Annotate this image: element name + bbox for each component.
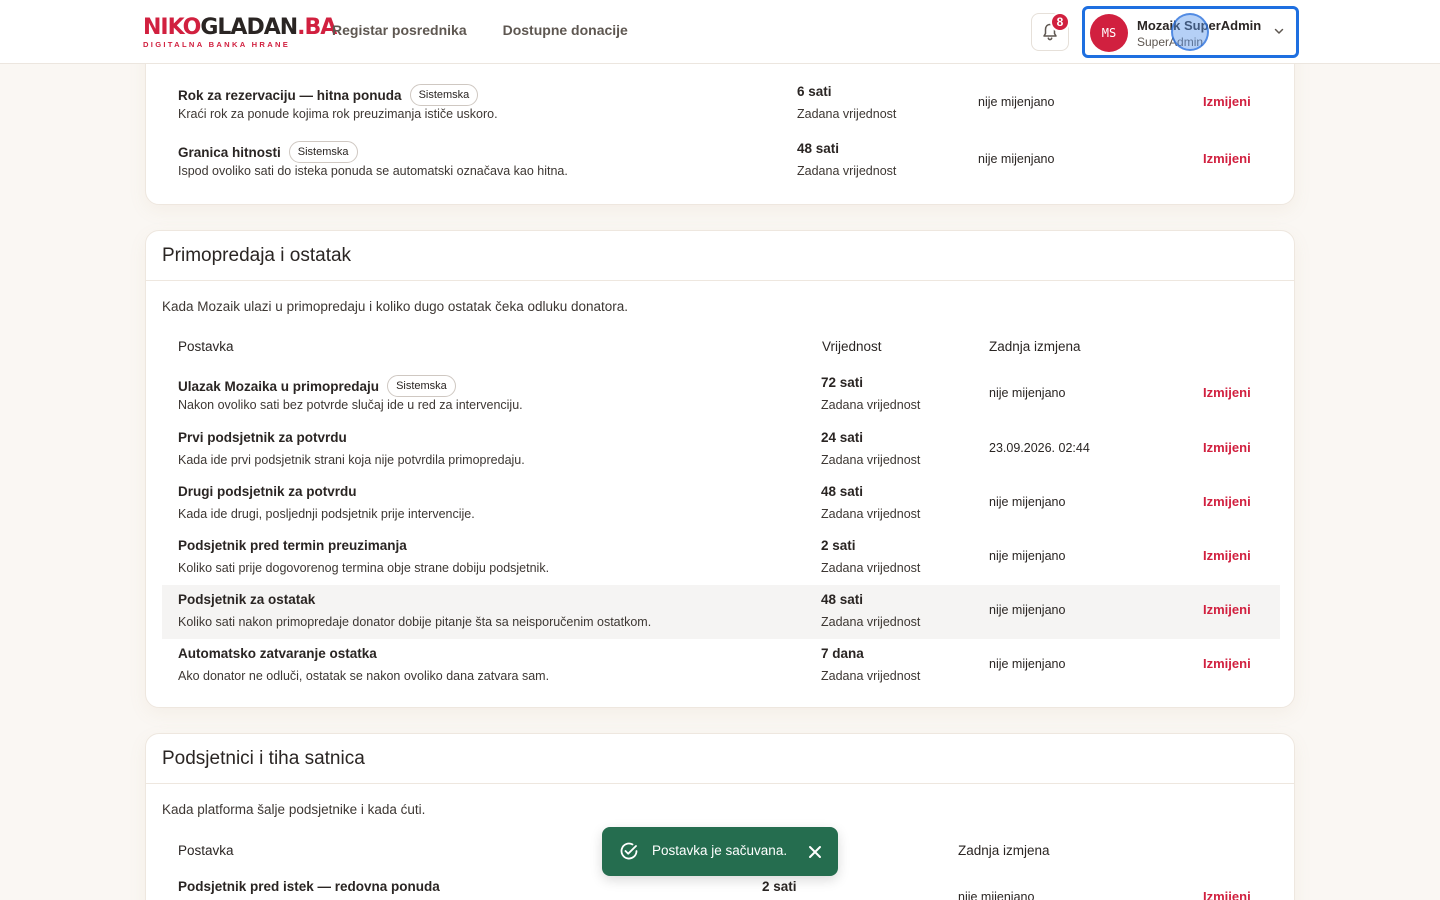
setting-value-source: Zadana vrijednost [821,669,921,683]
setting-value: 48 sati [821,484,864,499]
column-header-value: Vrijednost [822,339,882,354]
setting-name: Ulazak Mozaika u primopredaju [178,378,380,394]
divider [146,783,1294,784]
main-nav: Registar posrednika Dostupne donacije [332,22,628,38]
setting-description: Kraći rok za ponude kojima rok preuziman… [178,107,498,121]
setting-description: Kada ide prvi podsjetnik strani koja nij… [178,453,525,467]
setting-description: Nakon ovoliko sati bez potvrde slučaj id… [178,398,523,412]
setting-value: 7 dana [821,646,864,661]
last-changed: 23.09.2026. 02:44 [989,441,1090,455]
setting-value: 24 sati [821,430,864,445]
divider [146,280,1294,281]
section-description: Kada Mozaik ulazi u primopredaju i kolik… [162,299,629,314]
edit-link[interactable]: Izmijeni [1203,656,1251,671]
table-row: Podsjetnik pred termin preuzimanja Kolik… [162,531,1280,585]
edit-link[interactable]: Izmijeni [1203,151,1251,166]
last-changed: nije mijenjano [978,95,1055,109]
setting-name: Podsjetnik pred istek — redovna ponuda [178,879,440,894]
logo[interactable]: NIKOGLADAN.BA DIGITALNA BANKA HRANE [143,15,337,50]
setting-value: 2 sati [762,879,797,894]
close-icon[interactable] [808,845,822,859]
column-header-changed: Zadnja izmjena [989,339,1081,354]
edit-link[interactable]: Izmijeni [1203,548,1251,563]
setting-value-source: Zadana vrijednost [797,107,897,121]
last-changed: nije mijenjano [989,495,1066,509]
notification-count-badge: 8 [1050,12,1070,32]
table-row: Automatsko zatvaranje ostatka Ako donato… [162,639,1280,693]
last-changed: nije mijenjano [989,603,1066,617]
nav-dostupne-donacije[interactable]: Dostupne donacije [503,22,628,38]
table-row: Podsjetnik pred istek — redovna ponuda 2… [162,872,1280,900]
setting-description: Kada ide drugi, posljednji podsjetnik pr… [178,507,475,521]
setting-description: Koliko sati prije dogovorenog termina ob… [178,561,550,575]
logo-part-ba: .BA [297,15,337,40]
table-row: Prvi podsjetnik za potvrdu Kada ide prvi… [162,423,1280,477]
setting-name: Granica hitnosti [178,144,281,160]
setting-name: Prvi podsjetnik za potvrdu [178,430,347,445]
setting-value: 6 sati [797,84,832,99]
setting-name: Podsjetnik za ostatak [178,592,316,607]
setting-value-source: Zadana vrijednost [797,164,897,178]
setting-value-source: Zadana vrijednost [821,453,921,467]
system-tag: Sistemska [387,375,456,397]
logo-tagline: DIGITALNA BANKA HRANE [143,40,291,49]
last-changed: nije mijenjano [989,549,1066,563]
table-row: Rok za rezervaciju — hitna ponuda Sistems… [162,77,1280,131]
last-changed: nije mijenjano [989,657,1066,671]
last-changed: nije mijenjano [989,386,1066,400]
column-header-setting: Postavka [178,843,234,858]
setting-value: 48 sati [821,592,864,607]
settings-card-handover: Primopredaja i ostatak Kada Mozaik ulazi… [145,230,1295,708]
setting-value: 72 sati [821,375,864,390]
setting-value-source: Zadana vrijednost [821,507,921,521]
edit-link[interactable]: Izmijeni [1203,94,1251,109]
section-title: Podsjetnici i tiha satnica [162,748,365,769]
setting-name: Automatsko zatvaranje ostatka [178,646,377,661]
column-header-setting: Postavka [178,339,234,354]
setting-description: Koliko sati nakon primopredaje donator d… [178,615,652,629]
setting-name: Rok za rezervaciju — hitna ponuda [178,87,402,103]
avatar: MS [1090,14,1128,52]
edit-link[interactable]: Izmijeni [1203,494,1251,509]
system-tag: Sistemska [409,84,479,106]
setting-value-source: Zadana vrijednost [821,398,921,412]
table-row: Podsjetnik za ostatak Koliko sati nakon … [162,585,1280,639]
table-row: Drugi podsjetnik za potvrdu Kada ide dru… [162,477,1280,531]
chevron-down-icon [1274,28,1284,34]
success-toast: Postavka je sačuvana. [602,827,838,876]
toast-message: Postavka je sačuvana. [652,843,788,858]
edit-link[interactable]: Izmijeni [1203,385,1251,400]
setting-value: 2 sati [821,538,856,553]
setting-value-source: Zadana vrijednost [821,561,921,575]
logo-part-gladan: GLADAN [200,15,298,40]
setting-description: Ispod ovoliko sati do isteka ponuda se a… [178,164,568,178]
section-title: Primopredaja i ostatak [162,245,352,266]
nav-registar-posrednika[interactable]: Registar posrednika [332,22,467,38]
check-circle-icon [620,842,638,860]
setting-name: Drugi podsjetnik za potvrdu [178,484,357,499]
setting-name: Podsjetnik pred termin preuzimanja [178,538,407,553]
pointer-indicator [1171,13,1209,51]
logo-part-niko: NIKO [143,15,201,40]
setting-value-source: Zadana vrijednost [821,615,921,629]
last-changed: nije mijenjano [958,890,1035,900]
table-row: Granica hitnosti Sistemska Ispod ovoliko … [162,134,1280,188]
last-changed: nije mijenjano [978,152,1055,166]
column-header-changed: Zadnja izmjena [958,843,1050,858]
edit-link[interactable]: Izmijeni [1203,440,1251,455]
section-description: Kada platforma šalje podsjetnike i kada … [162,802,426,817]
system-tag: Sistemska [288,141,358,163]
edit-link[interactable]: Izmijeni [1203,602,1251,617]
table-row: Ulazak Mozaika u primopredaju Sistemska N… [162,368,1280,422]
setting-description: Ako donator ne odluči, ostatak se nakon … [178,669,550,683]
edit-link[interactable]: Izmijeni [1203,889,1251,900]
setting-value: 48 sati [797,141,840,156]
